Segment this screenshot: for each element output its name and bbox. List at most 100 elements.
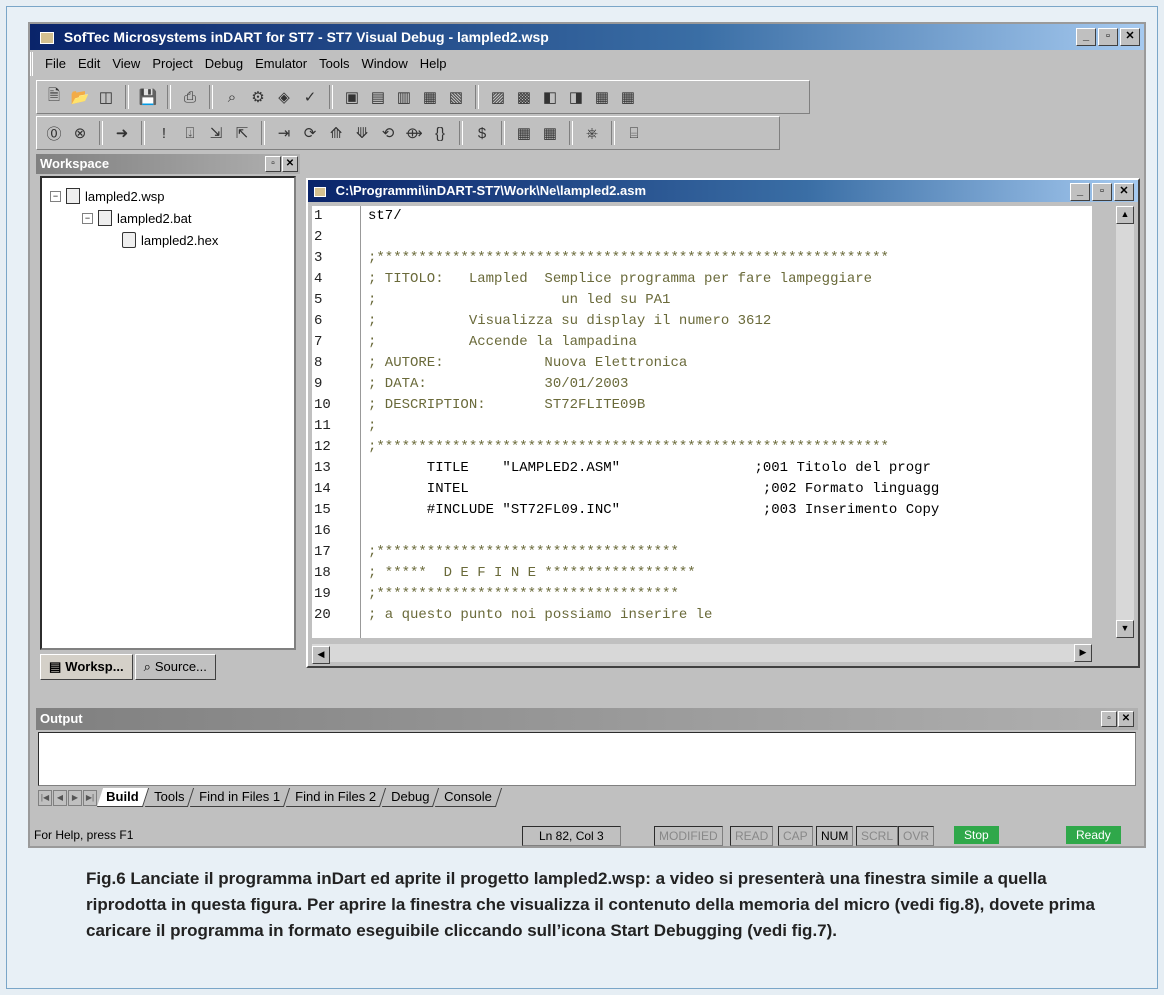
menu-window[interactable]: Window: [361, 52, 407, 76]
halt-icon[interactable]: !: [153, 122, 175, 144]
toolbar-separator: [611, 121, 615, 145]
find-icon[interactable]: ⌕: [221, 86, 243, 108]
pane-restore-button[interactable]: ▫: [265, 156, 281, 172]
menu-project[interactable]: Project: [152, 52, 192, 76]
editor-close-button[interactable]: ✕: [1114, 183, 1134, 201]
editor-maximize-button[interactable]: ▫: [1092, 183, 1112, 201]
tab-workspace[interactable]: ▤ Worksp...: [40, 654, 133, 680]
status-stop: Stop: [954, 826, 999, 844]
workspace-titlebar[interactable]: Workspace ▫ ✕: [36, 154, 300, 174]
output-tab-console[interactable]: Console: [434, 788, 502, 807]
status-ready: Ready: [1066, 826, 1121, 844]
scroll-up-arrow-icon[interactable]: ▲: [1116, 206, 1134, 224]
code-line: ; DATA: 30/01/2003: [368, 376, 629, 392]
output-text-area[interactable]: [38, 732, 1136, 786]
collapse-toggle[interactable]: −: [50, 190, 61, 202]
build-icon[interactable]: ◈: [273, 86, 295, 108]
programmer-icon[interactable]: ⎈: [581, 122, 603, 144]
chip-icon[interactable]: ▦: [513, 122, 535, 144]
window-icon[interactable]: ▣: [341, 86, 363, 108]
editor-titlebar[interactable]: C:\Programmi\inDART-ST7\Work\Ne\lampled2…: [308, 180, 1138, 202]
run-icon[interactable]: ➜: [111, 122, 133, 144]
output-tab-find-1[interactable]: Find in Files 1: [189, 788, 290, 807]
prev-tab-icon[interactable]: ◀: [53, 789, 67, 806]
output-tab-find-2[interactable]: Find in Files 2: [285, 788, 386, 807]
save-icon[interactable]: 💾: [137, 86, 159, 108]
menu-tools[interactable]: Tools: [319, 52, 349, 76]
grid-icon[interactable]: ▦: [617, 86, 639, 108]
menu-debug[interactable]: Debug: [205, 52, 243, 76]
minimize-button[interactable]: _: [1076, 28, 1096, 46]
memory-icon[interactable]: ▦: [419, 86, 441, 108]
line-number: 2: [314, 229, 323, 245]
output-tab-debug[interactable]: Debug: [381, 788, 440, 807]
line-number: 19: [314, 586, 331, 602]
output-tab-tools[interactable]: Tools: [144, 788, 194, 807]
window-titlebar[interactable]: SofTec Microsystems inDART for ST7 - ST7…: [30, 24, 1144, 50]
line-number: 4: [314, 271, 323, 287]
breakpoint-enable-icon[interactable]: ⟲: [377, 122, 399, 144]
breakpoint-toggle-icon[interactable]: ⟱: [351, 122, 373, 144]
menu-file[interactable]: File: [45, 52, 66, 76]
tree-item-hex[interactable]: lampled2.hex: [122, 232, 218, 248]
last-tab-icon[interactable]: ▶|: [83, 789, 97, 806]
pane-restore-button[interactable]: ▫: [1101, 711, 1117, 727]
editor-minimize-button[interactable]: _: [1070, 183, 1090, 201]
open-folder-icon[interactable]: 📂: [69, 86, 91, 108]
output-icon[interactable]: ▤: [367, 86, 389, 108]
output-titlebar[interactable]: Output ▫ ✕: [36, 708, 1138, 730]
step-out-icon[interactable]: ⇥: [273, 122, 295, 144]
vertical-scrollbar[interactable]: ▲ ▼: [1116, 206, 1134, 638]
breakpoint-icon[interactable]: ⟰: [325, 122, 347, 144]
watch-icon[interactable]: ▨: [487, 86, 509, 108]
batch-file-icon: [98, 210, 112, 226]
stack-icon[interactable]: ▩: [513, 86, 535, 108]
tree-item-batch[interactable]: − lampled2.bat: [82, 210, 191, 226]
output-title: Output: [40, 711, 83, 726]
pane-close-button[interactable]: ✕: [1118, 711, 1134, 727]
menu-view[interactable]: View: [112, 52, 140, 76]
close-button[interactable]: ✕: [1120, 28, 1140, 46]
first-tab-icon[interactable]: |◀: [38, 789, 52, 806]
next-tab-icon[interactable]: ▶: [68, 789, 82, 806]
disassembly-icon[interactable]: ▧: [445, 86, 467, 108]
maximize-button[interactable]: ▫: [1098, 28, 1118, 46]
braces-icon[interactable]: {}: [429, 122, 451, 144]
new-project-icon[interactable]: ◫: [95, 86, 117, 108]
pane-close-button[interactable]: ✕: [282, 156, 298, 172]
trace-icon[interactable]: ▦: [591, 86, 613, 108]
menu-emulator[interactable]: Emulator: [255, 52, 307, 76]
breakpoint-clear-icon[interactable]: ⟴: [403, 122, 425, 144]
workspace-title: Workspace: [40, 156, 110, 171]
tab-source[interactable]: ⌕ Source...: [134, 654, 216, 680]
peripherals-icon[interactable]: ◧: [539, 86, 561, 108]
line-number: 5: [314, 292, 323, 308]
new-file-icon[interactable]: 🗎: [43, 86, 65, 108]
output-tab-build[interactable]: Build: [96, 788, 149, 807]
scroll-right-arrow-icon[interactable]: ▶: [1074, 644, 1092, 662]
compile-icon[interactable]: ⚙: [247, 86, 269, 108]
cursor-position: Ln 82, Col 3: [522, 826, 621, 846]
code-editor[interactable]: 1 2 3 4 5 6 7 8 9 10 11 12 13 14 15 16 17 18 19 20 st7/;***…: [312, 206, 1092, 638]
start-debugging-icon[interactable]: ⓪: [43, 122, 65, 144]
reset-icon[interactable]: ⍗: [179, 122, 201, 144]
step-into-icon[interactable]: ⇲: [205, 122, 227, 144]
tree-item-workspace[interactable]: − lampled2.wsp: [50, 188, 165, 204]
scroll-left-arrow-icon[interactable]: ◀: [312, 646, 330, 664]
symbols-icon[interactable]: ◨: [565, 86, 587, 108]
menu-edit[interactable]: Edit: [78, 52, 100, 76]
menu-help[interactable]: Help: [420, 52, 447, 76]
device-icon[interactable]: ⌸: [623, 122, 645, 144]
run-to-cursor-icon[interactable]: ⟳: [299, 122, 321, 144]
collapse-toggle[interactable]: −: [82, 212, 93, 224]
code-area[interactable]: st7/ ;***********************************…: [368, 206, 1092, 626]
stop-debugging-icon[interactable]: ⊗: [69, 122, 91, 144]
step-over-icon[interactable]: ⇱: [231, 122, 253, 144]
check-icon[interactable]: ✓: [299, 86, 321, 108]
horizontal-scrollbar[interactable]: ◀ ▶: [312, 644, 1092, 664]
scroll-down-arrow-icon[interactable]: ▼: [1116, 620, 1134, 638]
dollar-icon[interactable]: $: [471, 122, 493, 144]
chip-alt-icon[interactable]: ▦: [539, 122, 561, 144]
print-icon[interactable]: ⎙: [179, 86, 201, 108]
registers-icon[interactable]: ▥: [393, 86, 415, 108]
